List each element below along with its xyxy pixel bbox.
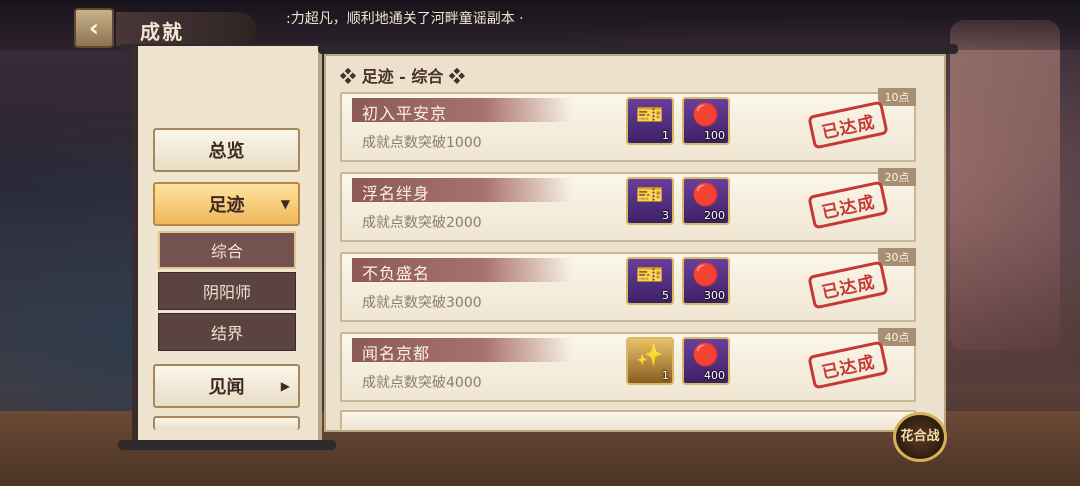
achievement-description: 成就点数突破1000 xyxy=(362,135,482,151)
red-daruma-icon: 🔴 xyxy=(692,183,720,208)
achievement-card[interactable]: 初入平安京 成就点数突破1000 🎫 1 🔴 100 10点 已达成 xyxy=(340,88,916,162)
reward-item[interactable]: 🎫 5 xyxy=(626,257,674,305)
announcement-marquee: :力超凡，顺利地通关了河畔童谣副本 · xyxy=(286,11,524,27)
sidebar-subitem-label: 阴阳师 xyxy=(202,283,251,302)
points-tag: 20点 xyxy=(878,168,916,186)
scroll-rod-bottom xyxy=(118,440,336,450)
caret-down-icon: ▼ xyxy=(280,197,290,211)
reward-quantity: 5 xyxy=(662,289,669,302)
content-scroll-rod xyxy=(318,44,958,54)
reward-quantity: 1 xyxy=(662,369,669,382)
hanafuda-event-button[interactable]: 花合战 xyxy=(893,412,947,462)
sidebar-item-footprints[interactable]: 足迹 ▼ xyxy=(153,182,300,226)
points-tag: 40点 xyxy=(878,328,916,346)
reward-item[interactable]: 🔴 300 xyxy=(682,257,730,305)
achievement-name: 不负盛名 xyxy=(362,264,431,283)
reward-item[interactable]: ✨ 1 xyxy=(626,337,674,385)
achievement-card[interactable]: 闻名京都 成就点数突破4000 ✨ 1 🔴 400 40点 已达成 xyxy=(340,328,916,402)
sidebar-subitem-label: 综合 xyxy=(210,242,243,261)
achievement-description: 成就点数突破4000 xyxy=(362,375,482,391)
sidebar-subitem-onmyoji[interactable]: 阴阳师 xyxy=(158,272,296,310)
title-plate xyxy=(116,12,256,46)
sidebar-item-label: 总览 xyxy=(208,141,245,162)
reward-item[interactable]: 🎫 1 xyxy=(626,97,674,145)
reward-quantity: 300 xyxy=(704,289,725,302)
points-tag: 30点 xyxy=(878,248,916,266)
blue-ticket-icon: 🎫 xyxy=(636,263,664,288)
points-tag: 10点 xyxy=(878,88,916,106)
reward-quantity: 400 xyxy=(704,369,725,382)
section-title: ❖ 足迹 - 综合 ❖ xyxy=(340,67,465,86)
reward-quantity: 1 xyxy=(662,129,669,142)
sidebar-subitem-general[interactable]: 综合 xyxy=(158,231,296,269)
sidebar-item-label: 见闻 xyxy=(208,377,245,398)
blue-ticket-icon: 🎫 xyxy=(636,103,664,128)
reward-quantity: 200 xyxy=(704,209,725,222)
sidebar-subitem-realm[interactable]: 结界 xyxy=(158,313,296,351)
back-button[interactable]: ‹ xyxy=(74,8,114,48)
blue-ticket-icon: 🎫 xyxy=(636,183,664,208)
achievement-name: 初入平安京 xyxy=(362,104,448,123)
reward-item[interactable]: 🔴 400 xyxy=(682,337,730,385)
achievement-description: 成就点数突破3000 xyxy=(362,295,482,311)
sidebar-item-overview[interactable]: 总览 xyxy=(153,128,300,172)
achievement-name: 浮名绊身 xyxy=(362,184,431,203)
reward-item[interactable]: 🔴 200 xyxy=(682,177,730,225)
sidebar-item-partial[interactable] xyxy=(153,416,300,430)
achievement-card[interactable]: 浮名绊身 成就点数突破2000 🎫 3 🔴 200 20点 已达成 xyxy=(340,168,916,242)
red-daruma-icon: 🔴 xyxy=(692,263,720,288)
red-daruma-icon: 🔴 xyxy=(692,343,720,368)
reward-quantity: 100 xyxy=(704,129,725,142)
reward-quantity: 3 xyxy=(662,209,669,222)
background-decoration xyxy=(950,20,1060,350)
achievement-name: 闻名京都 xyxy=(362,344,431,363)
chevron-left-icon: ‹ xyxy=(89,14,99,42)
sidebar-item-knowledge[interactable]: 见闻 ▶ xyxy=(153,364,300,408)
achievement-description: 成就点数突破2000 xyxy=(362,215,482,231)
reward-item[interactable]: 🔴 100 xyxy=(682,97,730,145)
achievement-card-partial[interactable] xyxy=(340,410,916,430)
sidebar-subitem-label: 结界 xyxy=(210,324,243,343)
reward-item[interactable]: 🎫 3 xyxy=(626,177,674,225)
red-daruma-icon: 🔴 xyxy=(692,103,720,128)
page-title: 成就 xyxy=(140,20,184,44)
badge-label: 花合战 xyxy=(900,428,940,444)
completed-stamp: 已达成 xyxy=(807,100,889,150)
completed-stamp: 已达成 xyxy=(807,260,889,310)
completed-stamp: 已达成 xyxy=(807,340,889,390)
gold-charm-icon: ✨ xyxy=(636,343,664,368)
caret-right-icon: ▶ xyxy=(280,379,290,393)
achievement-card[interactable]: 不负盛名 成就点数突破3000 🎫 5 🔴 300 30点 已达成 xyxy=(340,248,916,322)
completed-stamp: 已达成 xyxy=(807,180,889,230)
sidebar-item-label: 足迹 xyxy=(208,195,245,216)
